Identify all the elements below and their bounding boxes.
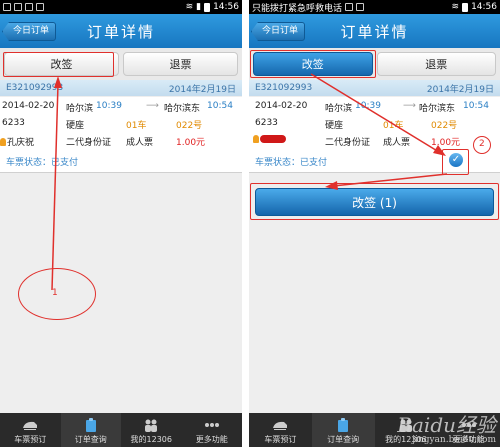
- annotation-arrow: [51, 76, 62, 291]
- right-phone-screen: 只能拨打紧急呼救电话 ≋ 14:56 今日订单 订单详情 改签 退票 E3210…: [249, 0, 500, 447]
- left-phone-screen: ≋ ▮ 14:56 今日订单 订单详情 改签 退票 E321092993 201…: [0, 0, 242, 447]
- watermark-logo: Baidu经验 jingyan.baidu.com: [397, 413, 496, 445]
- annotation-arrows: [310, 73, 448, 190]
